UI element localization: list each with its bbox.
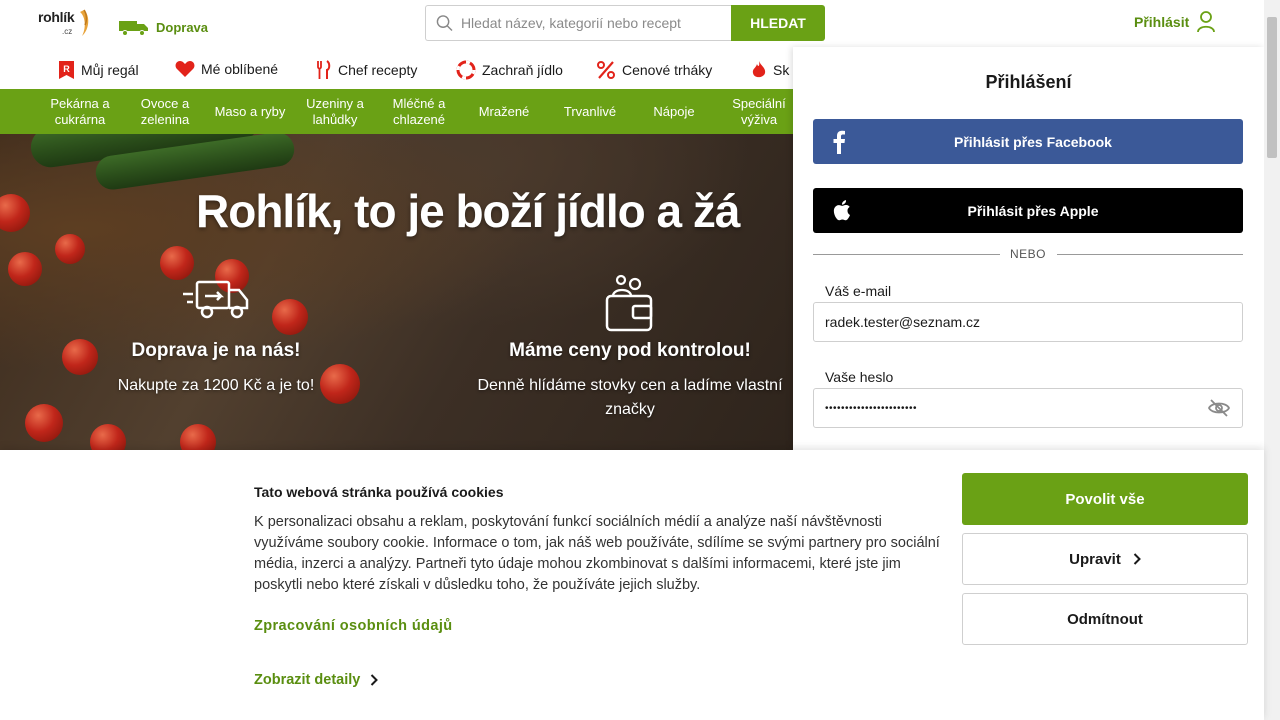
wallet-icon [605,274,653,332]
feature-desc: Denně hlídáme stovky cen a ladíme vlastn… [477,377,783,418]
tomato-decor [62,339,98,375]
password-value: ••••••••••••••••••••••• [825,402,918,414]
edit-label: Upravit [1069,550,1121,568]
category-item[interactable]: Uzeniny a lahůdky [298,89,372,134]
croissant-icon [80,9,89,36]
search-button[interactable]: HLEDAT [731,5,825,41]
facebook-icon [833,130,845,154]
category-bar: Pekárna a cukrárna Ovoce a zelenina Maso… [0,89,800,134]
cutlery-icon [317,60,331,79]
category-item[interactable]: Trvanlivé [556,89,624,134]
nav-label: Chef recepty [338,62,418,78]
search-icon [436,15,453,32]
hide-password-icon[interactable] [1208,399,1230,417]
apple-icon [833,200,850,221]
percent-icon [597,61,615,79]
nav-label: Mé oblíbené [201,61,279,77]
category-item[interactable]: Mléčné a chlazené [382,89,456,134]
secondary-nav: R Můj regál Mé oblíbené Chef recepty Zac… [0,52,800,88]
apple-login-label: Přihlásit přes Apple [967,202,1099,219]
nav-label: Cenové trháky [622,62,713,78]
allow-all-button[interactable]: Povolit vše [962,473,1248,525]
cookie-body: K personalizaci obsahu a reklam, poskyto… [254,514,940,593]
rohlik-logo[interactable]: rohlík .cz [38,9,92,37]
facebook-login-button[interactable]: Přihlásit přes Facebook [813,119,1243,164]
login-title: Přihlášení [985,72,1072,92]
nav-hot[interactable]: Sk [751,60,789,80]
logo-suffix: .cz [62,27,73,36]
show-details-link[interactable]: Zobrazit detaily [254,672,379,688]
top-header: rohlík .cz Doprava HLEDAT Přihlásit [0,0,1264,48]
feature-delivery: Doprava je na nás! Nakupte za 1200 Kč a … [96,274,336,398]
user-icon [1197,11,1216,33]
search-bar: HLEDAT [425,5,825,41]
nav-price-deals[interactable]: Cenové trháky [596,60,712,80]
tomato-decor [55,234,85,264]
logo-text: rohlík [38,9,75,25]
or-label: NEBO [1009,247,1046,261]
nav-my-shelf[interactable]: R Můj regál [58,60,139,80]
show-details-label: Zobrazit detaily [254,672,361,688]
hero-banner: Rohlík, to je boží jídlo a žá Doprava je… [0,134,800,450]
delivery-label: Doprava [156,19,209,35]
password-label: Vaše heslo [825,369,894,385]
category-item[interactable]: Ovoce a zelenina [130,89,200,134]
reject-cookies-button[interactable]: Odmítnout [962,593,1248,645]
delivery-link[interactable]: Doprava [118,18,208,36]
category-item[interactable]: Speciální výživa [722,89,796,134]
nav-label: Sk [773,62,790,78]
login-link[interactable]: Přihlásit [1134,11,1216,33]
cookie-title: Tato webová stránka používá cookies [254,484,504,500]
svg-text:R: R [63,64,70,74]
chevron-right-icon [371,674,379,686]
email-value: radek.tester@seznam.cz [825,314,981,330]
nav-label: Můj regál [81,62,139,78]
feature-prices: Máme ceny pod kontrolou! Denně hlídáme s… [462,274,798,422]
chevron-right-icon [1133,553,1141,565]
privacy-link[interactable]: Zpracování osobních údajů [254,618,453,634]
edit-cookies-button[interactable]: Upravit [962,533,1248,585]
apple-login-button[interactable]: Přihlásit přes Apple [813,188,1243,233]
facebook-login-label: Přihlásit přes Facebook [954,133,1112,150]
category-item[interactable]: Maso a ryby [206,89,294,134]
flame-icon [752,61,766,78]
tomato-decor [90,424,126,450]
heart-icon [175,61,195,77]
login-panel: Přihlášení Přihlásit přes Facebook Přihl… [793,47,1264,450]
search-input[interactable] [452,15,731,31]
nav-save-food[interactable]: Zachraň jídlo [456,60,563,80]
tomato-decor [0,194,30,232]
password-field[interactable]: ••••••••••••••••••••••• [813,388,1243,428]
truck-icon [119,21,148,36]
nav-favorites[interactable]: Mé oblíbené [175,60,278,78]
category-item[interactable]: Pekárna a cukrárna [40,89,120,134]
tomato-decor [25,404,63,442]
login-label: Přihlásit [1134,14,1190,30]
email-field[interactable]: radek.tester@seznam.cz [813,302,1243,342]
delivery-truck-icon [183,280,249,319]
shelf-icon: R [59,61,74,79]
feature-desc: Nakupte za 1200 Kč a je to! [117,377,315,394]
cookie-banner: Tato webová stránka používá cookies K pe… [0,450,1264,720]
nav-chef-recipes[interactable]: Chef recepty [316,60,417,80]
feature-title: Máme ceny pod kontrolou! [509,340,751,361]
tomato-decor [180,424,216,450]
scrollbar-thumb[interactable] [1267,17,1277,158]
nav-label: Zachraň jídlo [482,62,563,78]
category-item[interactable]: Nápoje [642,89,706,134]
hero-headline: Rohlík, to je boží jídlo a žá [196,185,740,237]
page-scrollbar[interactable] [1264,0,1280,720]
or-divider: NEBO [813,245,1243,265]
category-item[interactable]: Mražené [470,89,538,134]
email-label: Váš e-mail [825,283,892,299]
search-box [425,5,731,41]
feature-title: Doprava je na nás! [131,340,301,361]
lifebuoy-icon [456,60,476,80]
tomato-decor [8,252,42,286]
